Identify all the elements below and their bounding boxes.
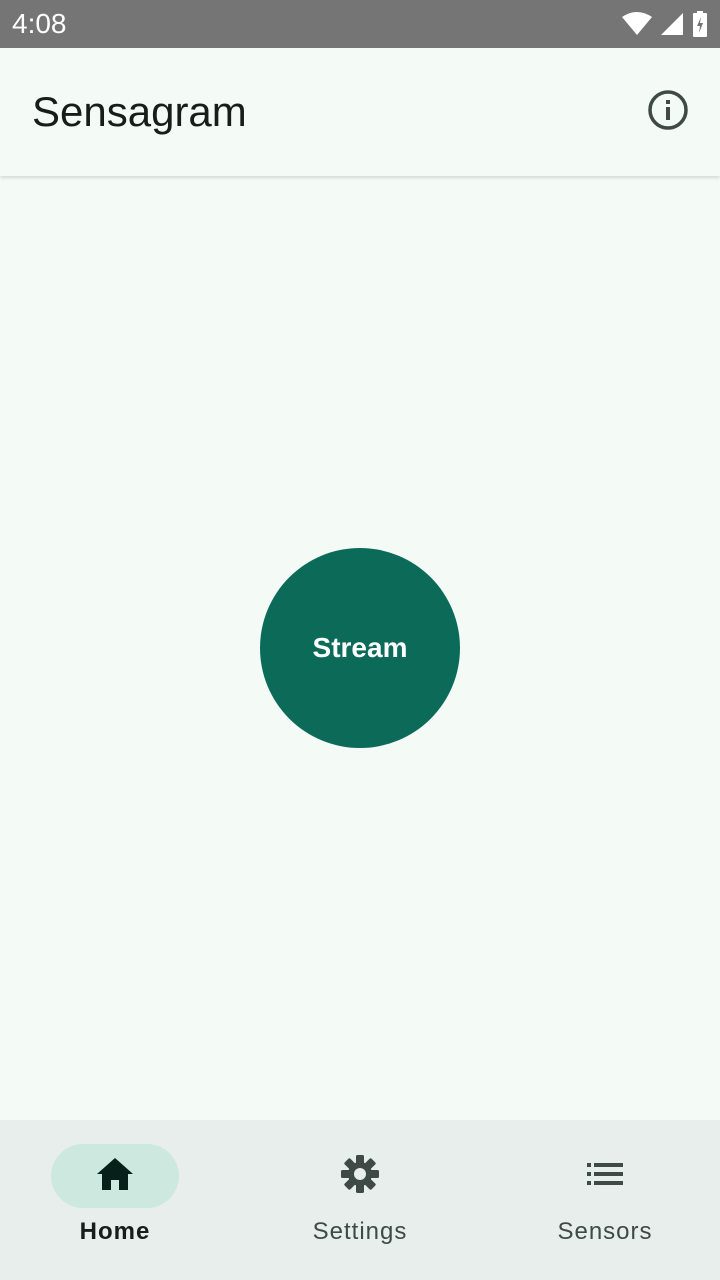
wifi-icon (622, 12, 652, 36)
stream-button-label: Stream (312, 632, 408, 663)
nav-active-indicator (51, 1144, 179, 1208)
cellular-signal-icon (660, 12, 684, 36)
status-bar: 4:08 (0, 0, 720, 48)
top-app-bar: Sensagram (0, 48, 720, 176)
status-icons (622, 10, 708, 38)
nav-item-settings[interactable]: Settings (240, 1120, 480, 1280)
nav-label-home: Home (79, 1218, 151, 1245)
main-content: Stream (0, 176, 720, 1120)
home-icon (95, 1154, 135, 1199)
list-icon (585, 1154, 625, 1199)
nav-label-settings: Settings (312, 1218, 408, 1245)
battery-charging-icon (692, 11, 708, 37)
app-title: Sensagram (32, 88, 247, 135)
info-icon (646, 88, 690, 137)
gear-icon (340, 1154, 380, 1199)
info-button[interactable] (636, 80, 700, 144)
nav-indicator (541, 1144, 669, 1208)
nav-item-home[interactable]: Home (0, 1120, 235, 1280)
bottom-navigation: Home Settings Sensors (0, 1120, 720, 1280)
nav-item-sensors[interactable]: Sensors (485, 1120, 720, 1280)
nav-indicator (296, 1144, 424, 1208)
stream-button[interactable]: Stream (260, 548, 460, 748)
nav-label-sensors: Sensors (557, 1218, 653, 1245)
status-time: 4:08 (12, 8, 67, 39)
